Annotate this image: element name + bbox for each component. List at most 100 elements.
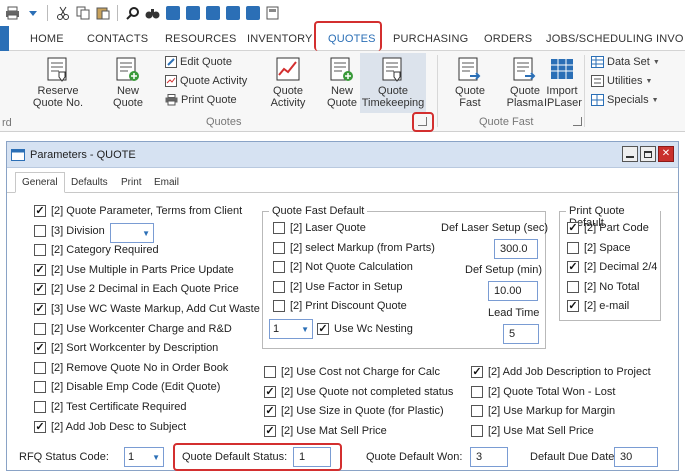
dialog-launcher-icon-2[interactable]: [573, 117, 582, 126]
tab-purchasing[interactable]: PURCHASING: [393, 33, 468, 45]
paste-icon[interactable]: [94, 5, 111, 22]
right-option-checkbox-box-0[interactable]: ✓: [471, 366, 483, 378]
qfd-option-checkbox-2[interactable]: [2] Not Quote Calculation: [273, 261, 413, 274]
print-quote-button[interactable]: Print Quote: [165, 94, 237, 106]
left-option-checkbox-box-7[interactable]: ✓: [34, 342, 46, 355]
close-button[interactable]: ✕: [658, 146, 674, 162]
binoculars-icon[interactable]: [144, 5, 161, 22]
mid-option-checkbox-2[interactable]: ✓ [2] Use Size in Quote (for Plastic): [264, 405, 444, 418]
use-wc-nesting-box[interactable]: ✓: [317, 323, 329, 335]
mid-option-checkbox-box-0[interactable]: [264, 366, 276, 378]
left-option-checkbox-box-6[interactable]: [34, 322, 46, 335]
nesting-select[interactable]: 1 ▼: [269, 319, 313, 339]
quote-default-won-input[interactable]: 3: [470, 447, 508, 467]
file-tab-strip[interactable]: [0, 26, 9, 51]
right-option-checkbox-1[interactable]: [2] Quote Total Won - Lost: [471, 385, 615, 398]
calculator-icon[interactable]: [264, 5, 281, 22]
left-option-checkbox-box-9[interactable]: [34, 381, 46, 394]
left-option-checkbox-box-1[interactable]: [34, 224, 46, 237]
right-option-checkbox-2[interactable]: [2] Use Markup for Margin: [471, 405, 615, 418]
left-option-checkbox-2[interactable]: [2] Category Required: [34, 244, 159, 257]
window-title-bar[interactable]: Parameters - QUOTE ✕: [7, 142, 678, 168]
left-option-checkbox-8[interactable]: [2] Remove Quote No in Order Book: [34, 361, 228, 374]
left-option-checkbox-7[interactable]: ✓ [2] Sort Workcenter by Description: [34, 342, 218, 355]
quote-activity-small-button[interactable]: Quote Activity: [165, 75, 247, 87]
pqd-option-checkbox-3[interactable]: [2] No Total: [567, 280, 639, 293]
quote-plasma-button[interactable]: Quote Plasma: [505, 57, 545, 109]
mid-option-checkbox-box-2[interactable]: ✓: [264, 405, 276, 418]
use-wc-nesting-checkbox[interactable]: ✓ Use Wc Nesting: [317, 323, 413, 335]
right-option-checkbox-0[interactable]: ✓ [2] Add Job Description to Project: [471, 366, 651, 378]
pqd-option-checkbox-box-3[interactable]: [567, 280, 579, 293]
qfd-option-checkbox-box-0[interactable]: [273, 222, 285, 234]
rfq-status-select[interactable]: 1 ▼: [124, 447, 164, 467]
qfd-option-checkbox-box-2[interactable]: [273, 261, 285, 274]
reserve-quote-button[interactable]: Reserve Quote No.: [30, 57, 86, 109]
left-option-checkbox-3[interactable]: ✓ [2] Use Multiple in Parts Price Update: [34, 263, 234, 276]
pqd-option-checkbox-2[interactable]: ✓ [2] Decimal 2/4: [567, 261, 657, 274]
left-option-checkbox-box-3[interactable]: ✓: [34, 263, 46, 276]
left-option-checkbox-11[interactable]: ✓ [2] Add Job Desc to Subject: [34, 420, 186, 433]
pqd-option-checkbox-1[interactable]: [2] Space: [567, 241, 630, 254]
right-option-checkbox-box-1[interactable]: [471, 385, 483, 398]
left-option-checkbox-box-0[interactable]: ✓: [34, 205, 46, 217]
qfd-option-checkbox-1[interactable]: [2] select Markup (from Parts): [273, 241, 435, 254]
print-icon[interactable]: [4, 5, 21, 22]
left-option-checkbox-4[interactable]: ✓ [2] Use 2 Decimal in Each Quote Price: [34, 283, 239, 296]
left-option-checkbox-10[interactable]: [2] Test Certificate Required: [34, 401, 187, 413]
edit-quote-button[interactable]: Edit Quote: [165, 56, 232, 68]
left-option-checkbox-5[interactable]: ✓ [3] Use WC Waste Markup, Add Cut Waste: [34, 303, 260, 315]
left-option-checkbox-box-11[interactable]: ✓: [34, 420, 46, 433]
qfd-option-checkbox-box-3[interactable]: [273, 280, 285, 293]
qfd-option-checkbox-box-4[interactable]: [273, 300, 285, 313]
quote-activity-button[interactable]: Quote Activity: [266, 57, 310, 109]
tab-defaults[interactable]: Defaults: [71, 177, 108, 188]
pqd-option-checkbox-0[interactable]: ✓ [2] Part Code: [567, 222, 649, 234]
dropdown-icon[interactable]: [24, 5, 41, 22]
copy-icon[interactable]: [74, 5, 91, 22]
qfd-option-checkbox-3[interactable]: [2] Use Factor in Setup: [273, 280, 403, 293]
tab-contacts[interactable]: CONTACTS: [87, 33, 148, 45]
def-laser-setup-input[interactable]: 300.0: [494, 239, 538, 259]
maximize-button[interactable]: [640, 146, 656, 162]
specials-menu[interactable]: Specials ▼: [591, 94, 659, 106]
pqd-option-checkbox-box-4[interactable]: ✓: [567, 300, 579, 313]
tab-inventory[interactable]: INVENTORY: [247, 33, 313, 45]
right-option-checkbox-box-3[interactable]: [471, 424, 483, 437]
tab-orders[interactable]: ORDERS: [484, 33, 532, 45]
right-option-checkbox-3[interactable]: [2] Use Mat Sell Price: [471, 424, 594, 437]
qfd-option-checkbox-4[interactable]: [2] Print Discount Quote: [273, 300, 407, 313]
left-option-checkbox-box-8[interactable]: [34, 361, 46, 374]
left-option-checkbox-box-2[interactable]: [34, 244, 46, 257]
new-quote-button[interactable]: New Quote: [108, 57, 148, 109]
utilities-menu[interactable]: Utilities ▼: [591, 75, 652, 87]
pqd-option-checkbox-box-0[interactable]: ✓: [567, 222, 579, 234]
mid-option-checkbox-3[interactable]: ✓ [2] Use Mat Sell Price: [264, 424, 387, 437]
tab-home[interactable]: HOME: [30, 33, 64, 45]
mid-option-checkbox-0[interactable]: [2] Use Cost not Charge for Calc: [264, 366, 440, 378]
minimize-button[interactable]: [622, 146, 638, 162]
quote-fast-button[interactable]: Quote Fast: [450, 57, 490, 109]
cut-icon[interactable]: [54, 5, 71, 22]
left-option-checkbox-box-5[interactable]: ✓: [34, 303, 46, 315]
search-icon[interactable]: [124, 5, 141, 22]
lead-time-input[interactable]: 5: [503, 324, 539, 344]
last-icon[interactable]: [244, 5, 261, 22]
left-option-checkbox-box-4[interactable]: ✓: [34, 283, 46, 296]
quote-timekeeping-button[interactable]: Quote Timekeeping: [360, 53, 426, 113]
new-quote2-button[interactable]: New Quote: [324, 57, 360, 109]
mid-option-checkbox-box-3[interactable]: ✓: [264, 424, 276, 437]
right-option-checkbox-box-2[interactable]: [471, 405, 483, 418]
left-option-checkbox-1[interactable]: [3] Division: [34, 224, 105, 237]
left-option-checkbox-9[interactable]: [2] Disable Emp Code (Edit Quote): [34, 381, 220, 394]
left-option-checkbox-6[interactable]: [2] Use Workcenter Charge and R&D: [34, 322, 232, 335]
def-setup-input[interactable]: 10.00: [488, 281, 538, 301]
prev-icon[interactable]: [184, 5, 201, 22]
tab-resources[interactable]: RESOURCES: [165, 33, 236, 45]
division-select[interactable]: ▼: [110, 223, 154, 243]
tab-jobs-scheduling[interactable]: JOBS/SCHEDULING: [546, 33, 653, 45]
stop-icon[interactable]: [204, 5, 221, 22]
next-icon[interactable]: [224, 5, 241, 22]
tab-email[interactable]: Email: [154, 177, 179, 188]
import-iplaser-button[interactable]: Import IPLaser: [544, 57, 582, 109]
